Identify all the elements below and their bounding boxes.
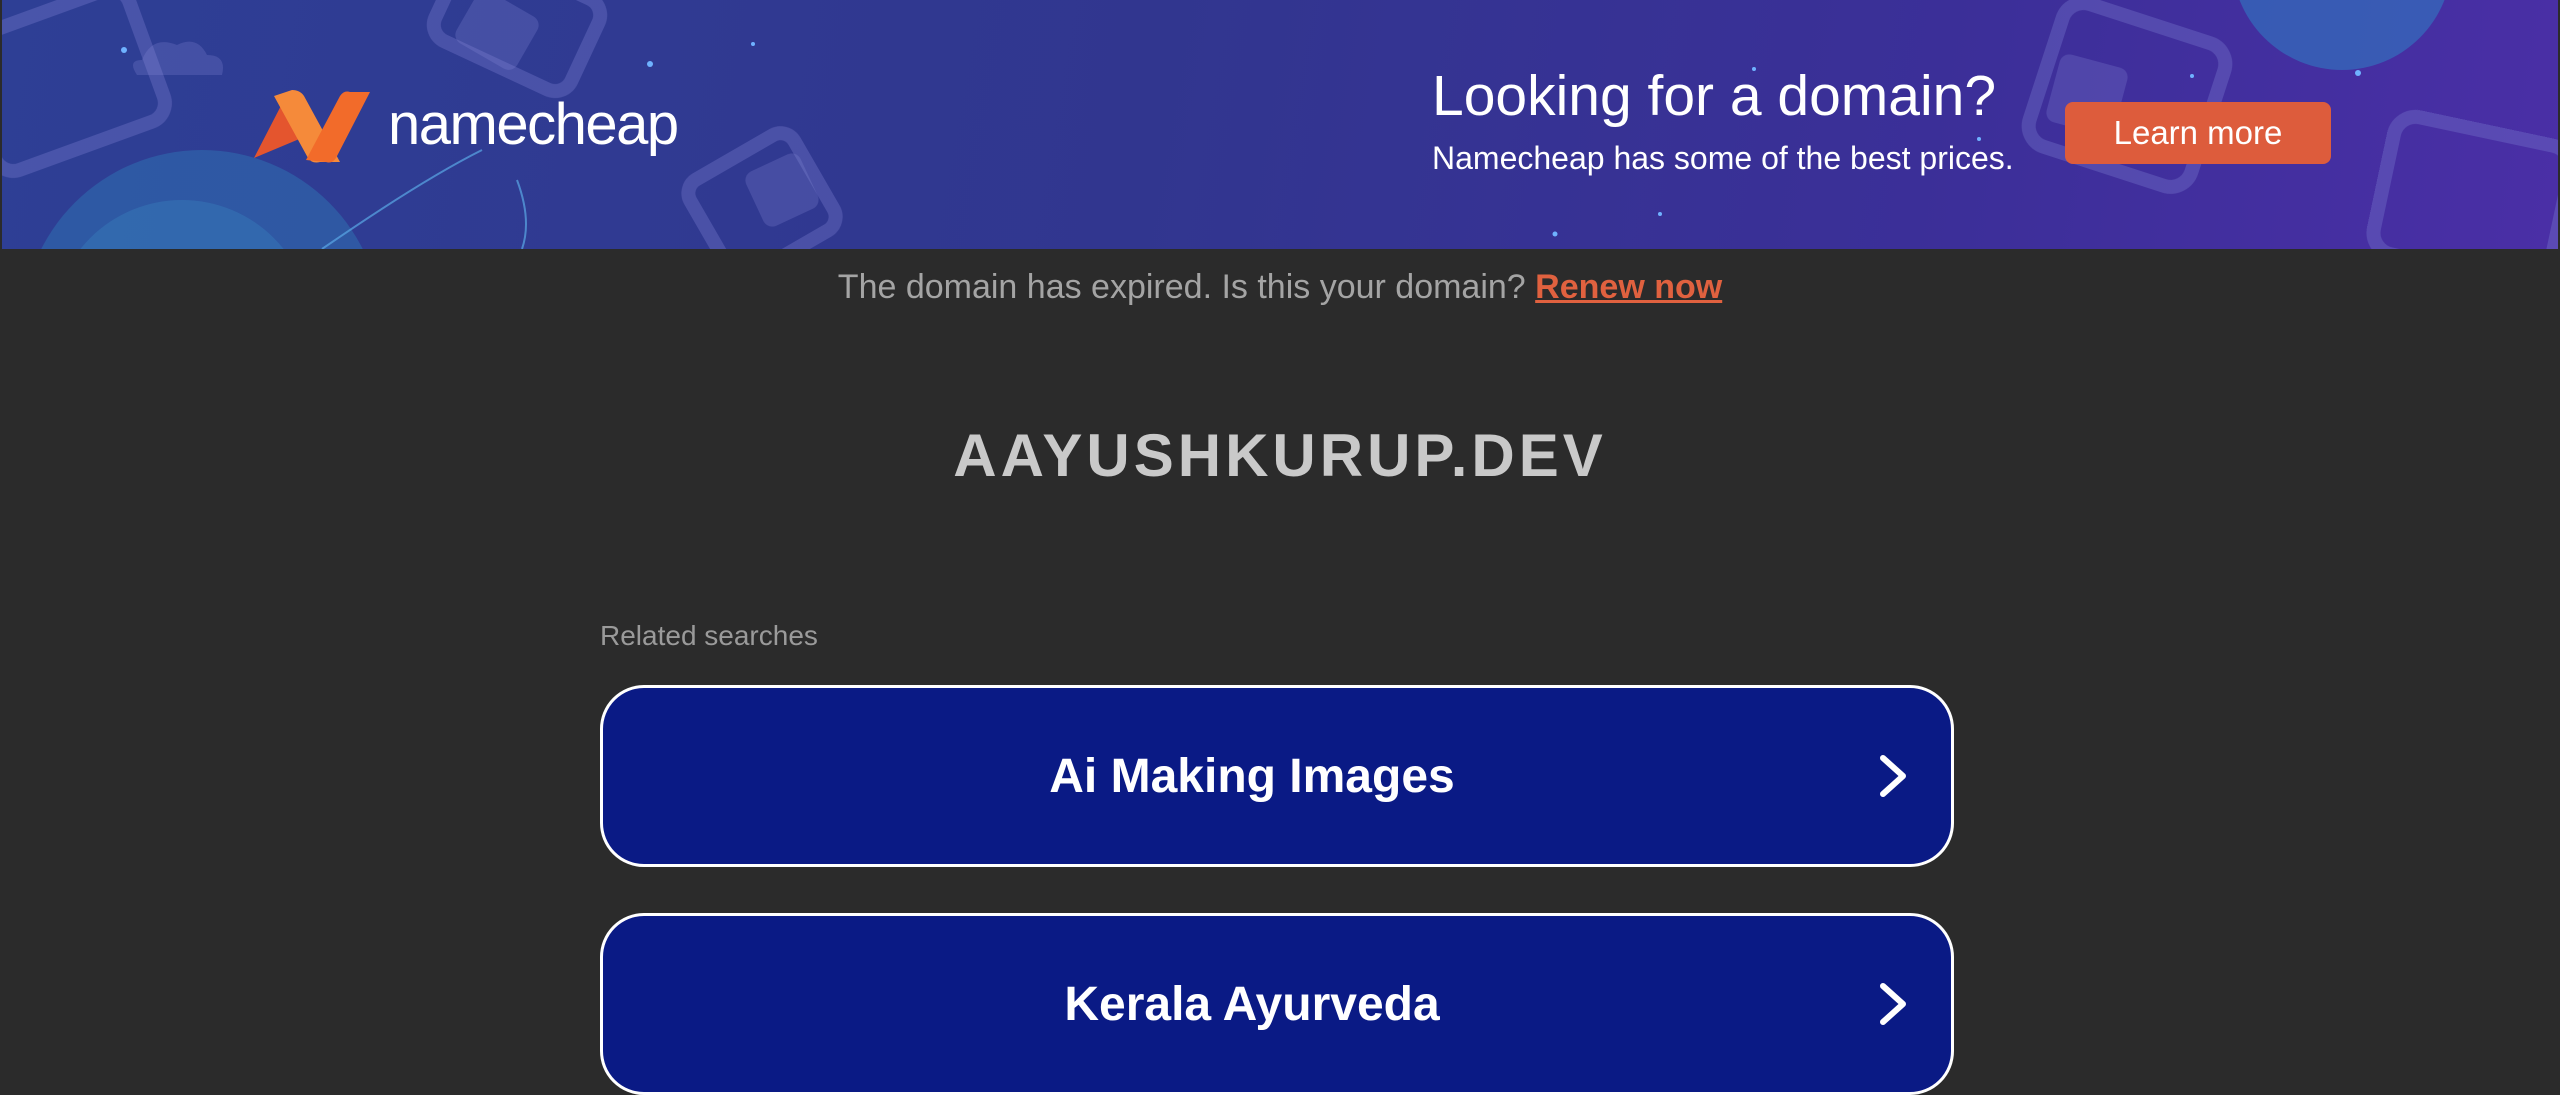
chevron-right-icon (1880, 983, 1906, 1025)
namecheap-banner[interactable]: namecheap Looking for a domain? Namechea… (2, 0, 2558, 249)
related-search-item[interactable]: Ai Making Images (600, 685, 1954, 867)
promo-subline: Namecheap has some of the best prices. (1432, 140, 2014, 176)
renew-now-link[interactable]: Renew now (1535, 268, 1722, 306)
learn-more-button[interactable]: Learn more (2065, 102, 2331, 164)
related-search-label: Kerala Ayurveda (1064, 977, 1440, 1031)
related-search-label: Ai Making Images (1049, 749, 1455, 803)
promo-headline: Looking for a domain? (1432, 64, 1997, 128)
notice-text: The domain has expired. Is this your dom… (837, 268, 1526, 306)
chevron-right-icon (1880, 755, 1906, 797)
domain-expired-notice: The domain has expired. Is this your dom… (0, 267, 2560, 307)
related-searches-label: Related searches (600, 620, 818, 651)
domain-title: AAYUSHKURUP.DEV (953, 422, 1607, 489)
namecheap-logo-text: namecheap (388, 92, 679, 157)
namecheap-logo-icon (254, 90, 370, 163)
related-search-item[interactable]: Kerala Ayurveda (600, 913, 1954, 1095)
